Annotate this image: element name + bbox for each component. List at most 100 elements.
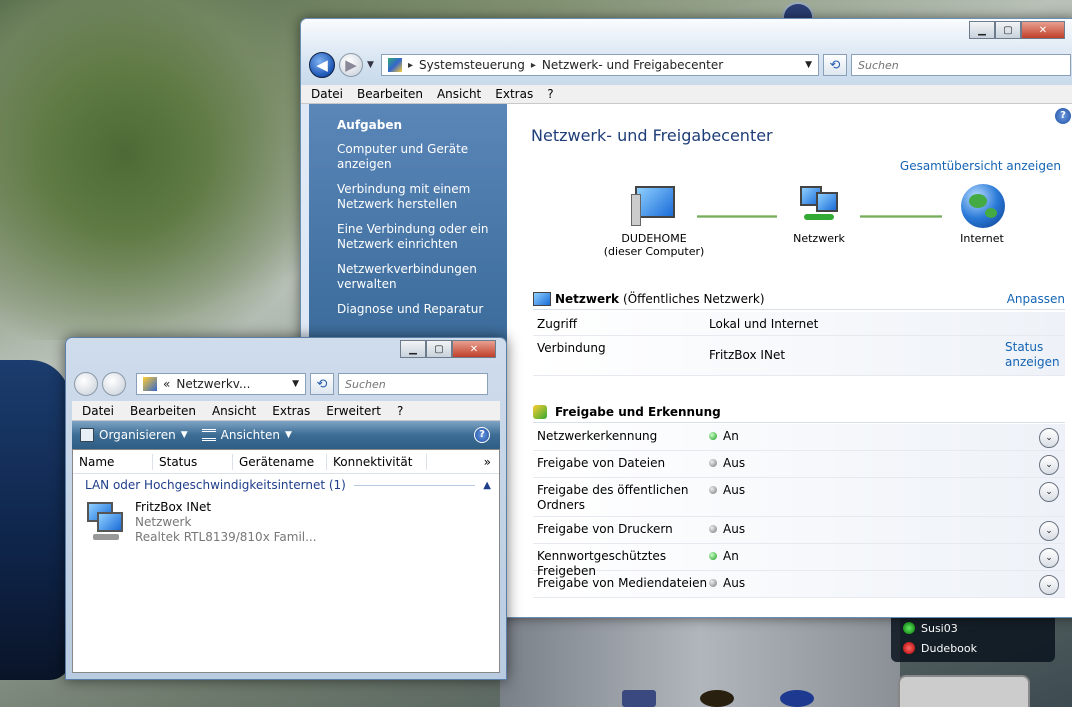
organize-button[interactable]: Organisieren ▼ [80, 428, 188, 442]
menu-bearbeiten[interactable]: Bearbeiten [130, 404, 196, 418]
search-input[interactable] [851, 54, 1071, 76]
sharing-row-media[interactable]: Freigabe von Mediendateien Aus ⌄ [533, 571, 1065, 598]
close-button[interactable]: ✕ [1021, 21, 1065, 39]
customize-link[interactable]: Anpassen [1007, 292, 1065, 306]
search-input[interactable] [338, 373, 488, 395]
history-dropdown-icon[interactable]: ▼ [367, 60, 377, 70]
address-bar[interactable]: « Netzwerkv... ▼ [136, 373, 306, 395]
menu-bearbeiten[interactable]: Bearbeiten [357, 87, 423, 101]
contact-entry[interactable]: Susi03 [903, 618, 1055, 638]
sharing-row-printer[interactable]: Freigabe von Druckern Aus ⌄ [533, 517, 1065, 544]
list-item[interactable]: FritzBox INet Netzwerk Realtek RTL8139/8… [73, 496, 499, 545]
column-headers: Name Status Gerätename Konnektivität » [73, 450, 499, 474]
chevron-down-icon: ▼ [180, 430, 188, 440]
menu-extras[interactable]: Extras [495, 87, 533, 101]
minimize-button[interactable]: ▁ [400, 340, 426, 358]
forward-button[interactable]: ▶ [339, 53, 363, 77]
group-header[interactable]: LAN oder Hochgeschwindigkeitsinternet (1… [73, 474, 499, 496]
connection-row: Verbindung FritzBox INet Status anzeigen [533, 336, 1065, 376]
expand-button[interactable]: ⌄ [1039, 482, 1059, 502]
column-connectivity[interactable]: Konnektivität [327, 453, 427, 470]
map-node-network[interactable]: Netzwerk [769, 184, 869, 245]
back-button[interactable] [74, 372, 98, 396]
sharing-row-network-discovery[interactable]: Netzwerkerkennung An ⌄ [533, 424, 1065, 451]
map-node-internet[interactable]: Internet [932, 184, 1032, 245]
item-device: Realtek RTL8139/810x Famil... [135, 530, 317, 544]
network-small-icon [533, 291, 551, 306]
contact-entry[interactable]: Dudebook [903, 638, 1055, 658]
sharing-list: Netzwerkerkennung An ⌄ Freigabe von Date… [533, 424, 1065, 598]
views-icon [201, 429, 216, 441]
refresh-button[interactable]: ⟲ [823, 54, 847, 76]
task-diagnose[interactable]: Diagnose und Reparatur [337, 302, 507, 317]
game-icon-2[interactable] [780, 690, 814, 707]
page-title: Netzwerk- und Freigabecenter [531, 126, 773, 145]
photo-gadget[interactable] [898, 675, 1030, 707]
back-button[interactable]: ◀ [309, 52, 335, 78]
arrow-left-icon: ◀ [316, 56, 328, 74]
address-bar[interactable]: ▸ Systemsteuerung ▸ Netzwerk- und Freiga… [381, 54, 819, 76]
chevron-up-icon[interactable]: ▲ [483, 480, 491, 491]
task-view-computers[interactable]: Computer und Geräte anzeigen [337, 142, 507, 172]
expand-button[interactable]: ⌄ [1039, 428, 1059, 448]
network-section-header: Netzwerk (Öffentliches Netzwerk) Anpasse… [533, 288, 1065, 310]
menu-datei[interactable]: Datei [311, 87, 343, 101]
network-details: Zugriff Lokal und Internet Verbindung Fr… [533, 312, 1065, 376]
maximize-button[interactable]: ▢ [426, 340, 452, 358]
sharing-state: Aus [723, 483, 746, 497]
address-dropdown-icon[interactable]: ▼ [292, 379, 299, 389]
expand-button[interactable]: ⌄ [1039, 455, 1059, 475]
breadcrumb-control-panel[interactable]: Systemsteuerung [419, 58, 525, 72]
view-status-link[interactable]: Status anzeigen [1005, 340, 1060, 370]
command-bar: Organisieren ▼ Ansichten ▼ ? [72, 421, 500, 449]
sharing-label: Freigabe des öffentlichen Ordners [537, 483, 689, 512]
menu-erweitert[interactable]: Erweitert [326, 404, 381, 418]
caption-buttons: ▁ ▢ ✕ [400, 340, 496, 358]
sharing-row-public-folder[interactable]: Freigabe des öffentlichen Ordners Aus ⌄ [533, 478, 1065, 517]
menu-ansicht[interactable]: Ansicht [212, 404, 256, 418]
maximize-button[interactable]: ▢ [995, 21, 1021, 39]
address-prefix: « [163, 377, 171, 391]
map-node-computer[interactable]: DUDEHOME (dieser Computer) [599, 184, 709, 258]
network-adapter-icon [83, 500, 127, 542]
address-dropdown-icon[interactable]: ▼ [805, 60, 812, 70]
menu-datei[interactable]: Datei [82, 404, 114, 418]
help-icon[interactable]: ? [474, 427, 490, 443]
game-icon[interactable] [700, 690, 734, 707]
column-name[interactable]: Name [73, 453, 153, 470]
network-section-title: Netzwerk [555, 291, 620, 306]
full-map-link[interactable]: Gesamtübersicht anzeigen [900, 159, 1061, 173]
breadcrumb-network-center[interactable]: Netzwerk- und Freigabecenter [542, 58, 723, 72]
computer-sub: (dieser Computer) [603, 245, 705, 258]
expand-button[interactable]: ⌄ [1039, 575, 1059, 595]
group-title: LAN oder Hochgeschwindigkeitsinternet (1… [85, 478, 346, 492]
menu-extras[interactable]: Extras [272, 404, 310, 418]
sharing-state: Aus [723, 576, 746, 590]
menu-ansicht[interactable]: Ansicht [437, 87, 481, 101]
minimize-button[interactable]: ▁ [969, 21, 995, 39]
sharing-row-file-sharing[interactable]: Freigabe von Dateien Aus ⌄ [533, 451, 1065, 478]
help-icon[interactable]: ? [1055, 108, 1071, 124]
teamspeak-icon[interactable] [622, 690, 656, 707]
expand-button[interactable]: ⌄ [1039, 548, 1059, 568]
computer-name: DUDEHOME [621, 232, 687, 245]
expand-button[interactable]: ⌄ [1039, 521, 1059, 541]
views-button[interactable]: Ansichten ▼ [201, 428, 292, 442]
map-link-network-internet [860, 215, 942, 218]
menu-help[interactable]: ? [397, 404, 403, 418]
sharing-state: Aus [723, 456, 746, 470]
close-button[interactable]: ✕ [452, 340, 496, 358]
sharing-state: An [723, 549, 739, 563]
forward-button[interactable] [102, 372, 126, 396]
status-off-icon [709, 579, 717, 587]
task-connect-network[interactable]: Verbindung mit einem Netzwerk herstellen [337, 182, 507, 212]
column-status[interactable]: Status [153, 453, 233, 470]
refresh-button[interactable]: ⟲ [310, 373, 334, 395]
chevron-down-icon: ⌄ [1045, 460, 1053, 470]
column-device[interactable]: Gerätename [233, 453, 327, 470]
sharing-row-password[interactable]: Kennwortgeschütztes Freigeben An ⌄ [533, 544, 1065, 578]
task-setup-connection[interactable]: Eine Verbindung oder ein Netzwerk einric… [337, 222, 507, 252]
menu-help[interactable]: ? [547, 87, 553, 101]
more-columns-button[interactable]: » [478, 454, 499, 470]
task-manage-connections[interactable]: Netzwerkverbindungen verwalten [337, 262, 507, 292]
